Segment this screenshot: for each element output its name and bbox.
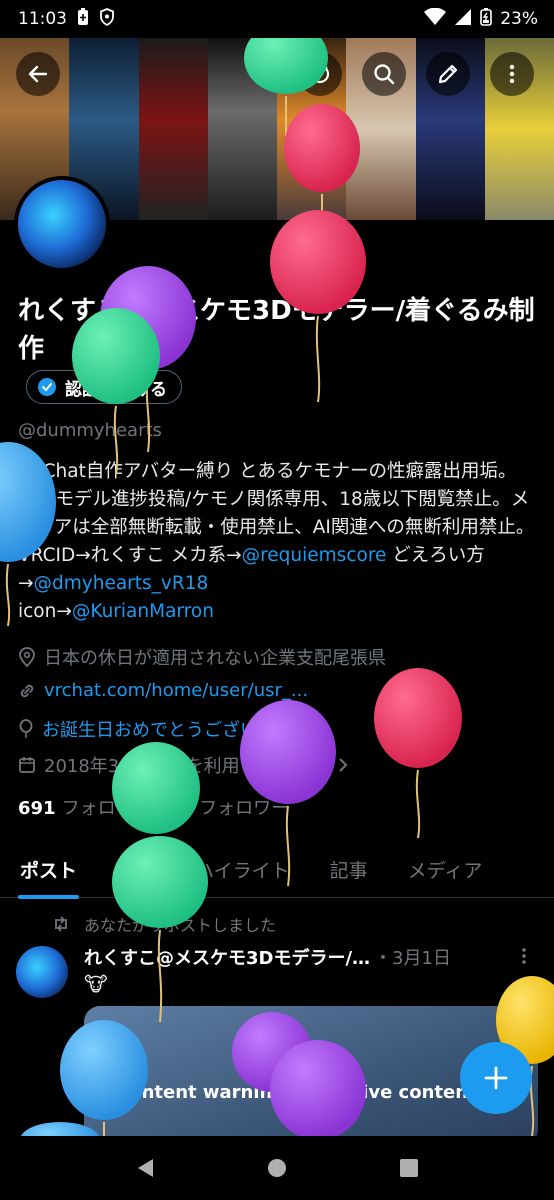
back-button[interactable] bbox=[16, 52, 60, 96]
get-verified-button[interactable]: 認証を受ける bbox=[26, 370, 182, 404]
home-circle-icon[interactable] bbox=[266, 1157, 288, 1179]
profile-joined: 2018年3月からXを利用しています bbox=[18, 752, 349, 778]
verified-badge-icon bbox=[38, 378, 56, 396]
grok-button[interactable] bbox=[298, 52, 342, 96]
post-text: 🐮 bbox=[84, 972, 108, 996]
post-more-button[interactable] bbox=[520, 946, 528, 971]
following-label: フォロー bbox=[61, 798, 134, 819]
pencil-icon bbox=[438, 64, 458, 84]
following-link[interactable]: 691 フォロー bbox=[18, 794, 134, 820]
content-warning-label: Content warning: Sensitive content bbox=[116, 1082, 477, 1103]
back-triangle-icon[interactable] bbox=[135, 1157, 155, 1179]
location-pin-icon bbox=[19, 647, 35, 667]
tab-replies[interactable]: 返信 bbox=[97, 842, 175, 898]
balloon bbox=[374, 668, 462, 839]
tab-articles[interactable]: 記事 bbox=[310, 842, 388, 898]
plus-icon bbox=[484, 1066, 508, 1090]
follow-stats: 691 フォロー 958 フォロワー bbox=[18, 794, 289, 820]
repost-note-text: あなたがリポストしました bbox=[84, 916, 277, 935]
grok-icon bbox=[310, 64, 330, 84]
edit-button[interactable] bbox=[426, 52, 470, 96]
profile-birthday: お誕生日おめでとうございます。 bbox=[18, 716, 310, 742]
profile-bio: VRChat自作アバター縛り とあるケモナーの性癖露出用垢。 VRCモデル進捗投… bbox=[18, 458, 540, 626]
arrow-left-icon bbox=[28, 65, 48, 83]
search-icon bbox=[374, 64, 395, 85]
profile-handle: @dummyhearts bbox=[18, 420, 162, 441]
status-bar: 11:03 23% bbox=[0, 0, 554, 38]
signal-icon bbox=[454, 8, 472, 31]
shield-icon bbox=[99, 7, 115, 31]
post-date: ・3月1日 bbox=[374, 948, 451, 969]
profile-location: 日本の休日が適用されない企業支配尾張県 bbox=[18, 644, 386, 670]
profile-name: れくすこ@メスケモ3Dモデラー/着ぐるみ制作 bbox=[18, 296, 535, 364]
recents-square-icon[interactable] bbox=[399, 1158, 419, 1178]
following-count: 691 bbox=[18, 798, 56, 819]
profile-avatar[interactable] bbox=[14, 176, 110, 272]
compose-post-button[interactable] bbox=[460, 1042, 532, 1114]
search-button[interactable] bbox=[362, 52, 406, 96]
more-vertical-icon bbox=[522, 948, 526, 964]
post-header: れくすこ@メスケモ3Dモデラー/… ・3月1日 bbox=[84, 944, 514, 970]
link-icon bbox=[20, 684, 34, 697]
tab-posts[interactable]: ポスト bbox=[0, 842, 97, 899]
joined-text: 2018年3月からXを利用しています bbox=[44, 756, 330, 777]
tab-highlights[interactable]: ハイライト bbox=[175, 842, 310, 898]
battery-icon bbox=[480, 7, 493, 31]
bio-link-kurianmarron[interactable]: @KurianMarron bbox=[72, 601, 214, 622]
more-vertical-icon bbox=[509, 64, 515, 84]
more-options-button[interactable] bbox=[490, 52, 534, 96]
chevron-right-icon[interactable] bbox=[337, 757, 349, 773]
location-text: 日本の休日が適用されない企業支配尾張県 bbox=[44, 648, 386, 669]
battery-percent: 23% bbox=[500, 9, 538, 29]
repost-indicator: あなたがリポストしました bbox=[52, 912, 276, 936]
repost-icon bbox=[55, 916, 67, 932]
calendar-icon bbox=[19, 757, 35, 773]
system-navigation-bar bbox=[0, 1136, 554, 1200]
balloon-icon bbox=[19, 719, 33, 738]
battery-saver-icon bbox=[77, 7, 89, 31]
birthday-text[interactable]: お誕生日おめでとうございます。 bbox=[42, 716, 310, 742]
bio-link-requiemscore[interactable]: @requiemscore bbox=[242, 545, 387, 566]
wifi-icon bbox=[424, 7, 447, 31]
post-author-name[interactable]: れくすこ@メスケモ3Dモデラー/… bbox=[84, 944, 370, 970]
post-avatar[interactable] bbox=[16, 946, 68, 998]
followers-link[interactable]: 958 フォロワー bbox=[156, 794, 290, 820]
followers-count: 958 bbox=[155, 798, 194, 819]
status-time: 11:03 bbox=[18, 9, 67, 29]
get-verified-label: 認証を受ける bbox=[65, 379, 167, 400]
profile-website[interactable]: vrchat.com/home/user/usr_... bbox=[18, 680, 308, 701]
followers-label: フォロワー bbox=[199, 798, 290, 819]
bio-text-3: icon→ bbox=[18, 601, 72, 622]
website-link[interactable]: vrchat.com/home/user/usr_... bbox=[44, 680, 308, 701]
bio-link-dmyhearts[interactable]: @dmyhearts_vR18 bbox=[34, 573, 209, 594]
tab-media[interactable]: メディア bbox=[388, 842, 503, 898]
profile-tabs: ポスト 返信 ハイライト 記事 メディア bbox=[0, 842, 554, 899]
